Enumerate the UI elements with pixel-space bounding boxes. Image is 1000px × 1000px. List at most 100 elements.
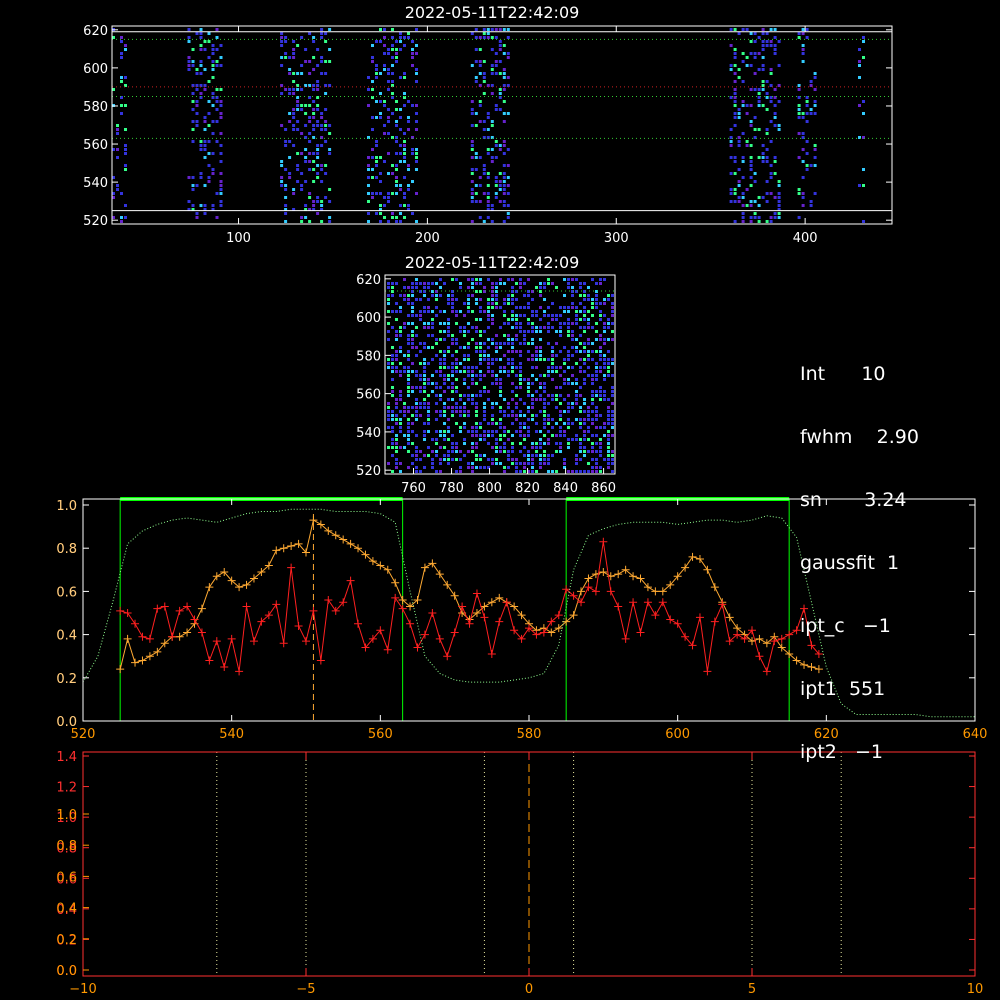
heat-pixel bbox=[451, 294, 454, 297]
heat-pixel bbox=[296, 100, 300, 103]
heat-pixel bbox=[567, 330, 570, 333]
heat-pixel bbox=[543, 282, 546, 285]
heat-pixel bbox=[579, 450, 582, 453]
heat-pixel bbox=[587, 310, 590, 313]
heat-pixel bbox=[511, 458, 514, 461]
heat-pixel bbox=[729, 44, 733, 47]
heat-pixel bbox=[502, 28, 506, 31]
heat-pixel bbox=[741, 28, 745, 31]
heat-pixel bbox=[483, 374, 486, 377]
heat-pixel bbox=[423, 438, 426, 441]
heat-pixel bbox=[467, 330, 470, 333]
data-point-marker bbox=[220, 663, 229, 671]
heat-pixel bbox=[741, 80, 745, 83]
heat-pixel bbox=[559, 322, 562, 325]
heat-pixel bbox=[555, 406, 558, 409]
heat-pixel bbox=[411, 310, 414, 313]
heat-pixel bbox=[559, 350, 562, 353]
data-point-marker bbox=[651, 587, 660, 596]
heat-pixel bbox=[467, 286, 470, 289]
heat-pixel bbox=[284, 188, 288, 191]
heat-pixel bbox=[439, 374, 442, 377]
heat-pixel bbox=[543, 434, 546, 437]
heat-pixel bbox=[523, 334, 526, 337]
heat-pixel bbox=[737, 76, 741, 79]
heat-pixel bbox=[611, 422, 614, 425]
data-point-marker bbox=[331, 531, 340, 540]
heat-pixel bbox=[563, 378, 566, 381]
heat-pixel bbox=[599, 466, 602, 469]
heat-pixel bbox=[737, 180, 741, 183]
heat-pixel bbox=[407, 374, 410, 377]
data-point-marker bbox=[354, 619, 363, 628]
heat-pixel bbox=[503, 302, 506, 305]
heat-pixel bbox=[479, 354, 482, 357]
heat-pixel bbox=[371, 80, 374, 83]
heat-pixel bbox=[427, 454, 430, 457]
heat-pixel bbox=[391, 414, 394, 417]
heat-pixel bbox=[531, 314, 534, 317]
heat-pixel bbox=[483, 438, 486, 441]
heat-pixel bbox=[207, 180, 211, 183]
heat-pixel bbox=[443, 454, 446, 457]
data-point-marker bbox=[190, 615, 199, 624]
heat-pixel bbox=[551, 318, 554, 321]
heat-pixel bbox=[506, 52, 510, 55]
heat-pixel bbox=[124, 48, 127, 51]
heat-pixel bbox=[304, 112, 308, 115]
heat-pixel bbox=[599, 354, 602, 357]
heat-pixel bbox=[399, 398, 402, 401]
heat-pixel bbox=[519, 386, 522, 389]
heat-pixel bbox=[503, 442, 506, 445]
heat-pixel bbox=[467, 394, 470, 397]
heat-pixel bbox=[447, 462, 450, 465]
heat-pixel bbox=[567, 326, 570, 329]
heat-pixel bbox=[531, 322, 534, 325]
x-tick-label: 200 bbox=[415, 231, 440, 246]
heat-pixel bbox=[195, 88, 199, 91]
heat-pixel bbox=[797, 156, 801, 159]
heat-pixel bbox=[463, 326, 466, 329]
heat-pixel bbox=[415, 168, 418, 171]
heat-pixel bbox=[411, 370, 414, 373]
heat-pixel bbox=[316, 156, 320, 159]
heat-pixel bbox=[498, 188, 502, 191]
heat-pixel bbox=[491, 314, 494, 317]
heat-pixel bbox=[587, 354, 590, 357]
heat-pixel bbox=[531, 454, 534, 457]
heat-pixel bbox=[383, 196, 386, 199]
heat-pixel bbox=[411, 322, 414, 325]
heat-pixel bbox=[551, 350, 554, 353]
heat-pixel bbox=[124, 128, 127, 131]
heat-pixel bbox=[399, 390, 402, 393]
heat-pixel bbox=[769, 40, 773, 43]
heat-pixel bbox=[729, 140, 733, 143]
heat-pixel bbox=[523, 426, 526, 429]
heat-pixel bbox=[407, 422, 410, 425]
heat-pixel bbox=[753, 72, 757, 75]
heat-pixel bbox=[312, 108, 316, 111]
heat-pixel bbox=[591, 442, 594, 445]
heat-pixel bbox=[308, 220, 312, 223]
heat-pixel bbox=[543, 454, 546, 457]
heat-pixel bbox=[395, 140, 398, 143]
data-point-marker bbox=[710, 617, 719, 626]
heat-pixel bbox=[371, 148, 374, 151]
data-point-marker bbox=[398, 604, 407, 613]
heat-pixel bbox=[777, 216, 781, 219]
heat-pixel bbox=[499, 438, 502, 441]
heat-pixel bbox=[490, 64, 494, 67]
heat-pixel bbox=[219, 44, 223, 47]
heat-pixel bbox=[399, 326, 402, 329]
data-point-marker bbox=[435, 634, 444, 643]
heat-pixel bbox=[599, 278, 602, 281]
heat-pixel bbox=[599, 454, 602, 457]
heat-pixel bbox=[599, 338, 602, 341]
heat-pixel bbox=[470, 64, 474, 67]
heat-pixel bbox=[805, 168, 809, 171]
heat-pixel bbox=[199, 64, 203, 67]
heat-pixel bbox=[328, 132, 332, 135]
heat-pixel bbox=[431, 374, 434, 377]
heat-pixel bbox=[191, 92, 195, 95]
heat-pixel bbox=[555, 434, 558, 437]
